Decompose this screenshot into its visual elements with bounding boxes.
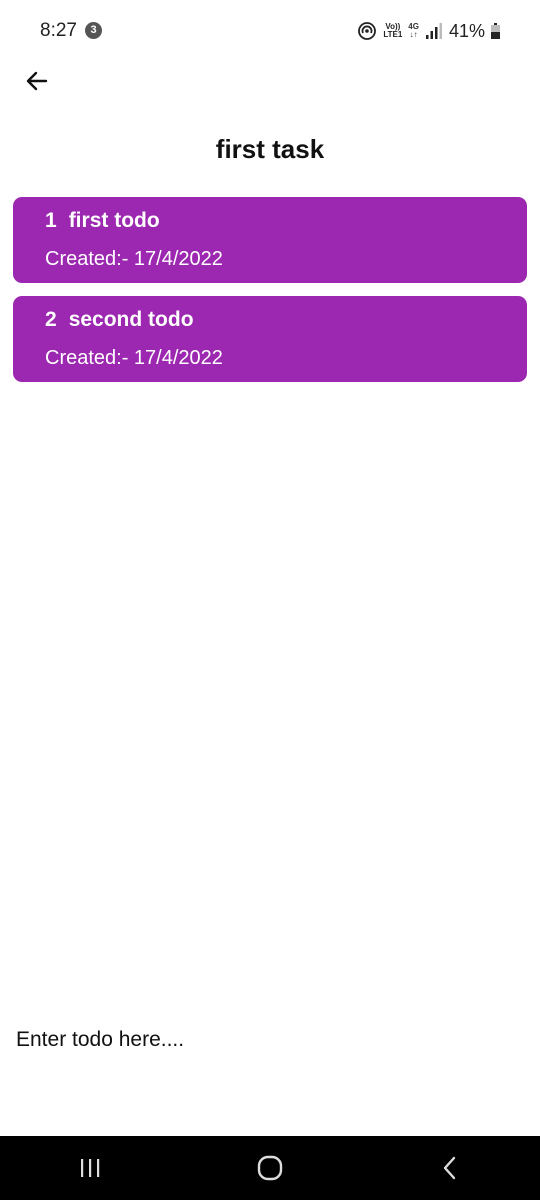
todo-list: 1 first todo Created:- 17/4/2022 2 secon… bbox=[13, 197, 527, 395]
battery-icon bbox=[491, 23, 500, 39]
todo-created-date: Created:- 17/4/2022 bbox=[45, 248, 223, 270]
notification-count-badge: 3 bbox=[85, 22, 102, 39]
system-nav-bar bbox=[0, 1136, 540, 1200]
nav-home-button[interactable] bbox=[240, 1148, 300, 1188]
todo-input[interactable] bbox=[16, 1024, 516, 1056]
volte-icon: Vo)) LTE1 bbox=[383, 23, 402, 39]
nav-back-button[interactable] bbox=[420, 1148, 480, 1188]
signal-strength-icon bbox=[425, 23, 442, 39]
todo-item[interactable]: 1 first todo Created:- 17/4/2022 bbox=[13, 197, 527, 283]
todo-index: 1 bbox=[45, 209, 57, 232]
status-icons: Vo)) LTE1 4G ↓↑ 41% bbox=[357, 18, 500, 44]
battery-percent: 41% bbox=[448, 20, 485, 41]
volte-bottom-label: LTE1 bbox=[383, 30, 403, 39]
todo-item[interactable]: 2 second todo Created:- 17/4/2022 bbox=[13, 296, 527, 382]
todo-title: second todo bbox=[68, 308, 194, 331]
recents-icon bbox=[81, 1159, 100, 1177]
arrow-left-icon bbox=[26, 71, 48, 91]
chevron-left-icon bbox=[443, 1156, 456, 1180]
network-activity-label: ↓↑ bbox=[409, 30, 418, 39]
back-button[interactable] bbox=[20, 64, 54, 98]
todo-title: first todo bbox=[68, 209, 160, 232]
page-title: first task bbox=[215, 134, 325, 164]
hotspot-icon bbox=[358, 22, 377, 40]
network-type-icon: 4G ↓↑ bbox=[408, 23, 419, 39]
home-icon bbox=[257, 1155, 283, 1181]
todo-created-date: Created:- 17/4/2022 bbox=[45, 347, 223, 369]
status-bar: 8:27 3 Vo)) LTE1 4G ↓↑ 41% bbox=[0, 0, 540, 62]
status-time: 8:27 bbox=[40, 20, 77, 41]
todo-title-row: 2 second todo bbox=[45, 308, 194, 332]
todo-index: 2 bbox=[45, 308, 57, 331]
todo-title-row: 1 first todo bbox=[45, 209, 160, 233]
nav-recents-button[interactable] bbox=[60, 1148, 120, 1188]
